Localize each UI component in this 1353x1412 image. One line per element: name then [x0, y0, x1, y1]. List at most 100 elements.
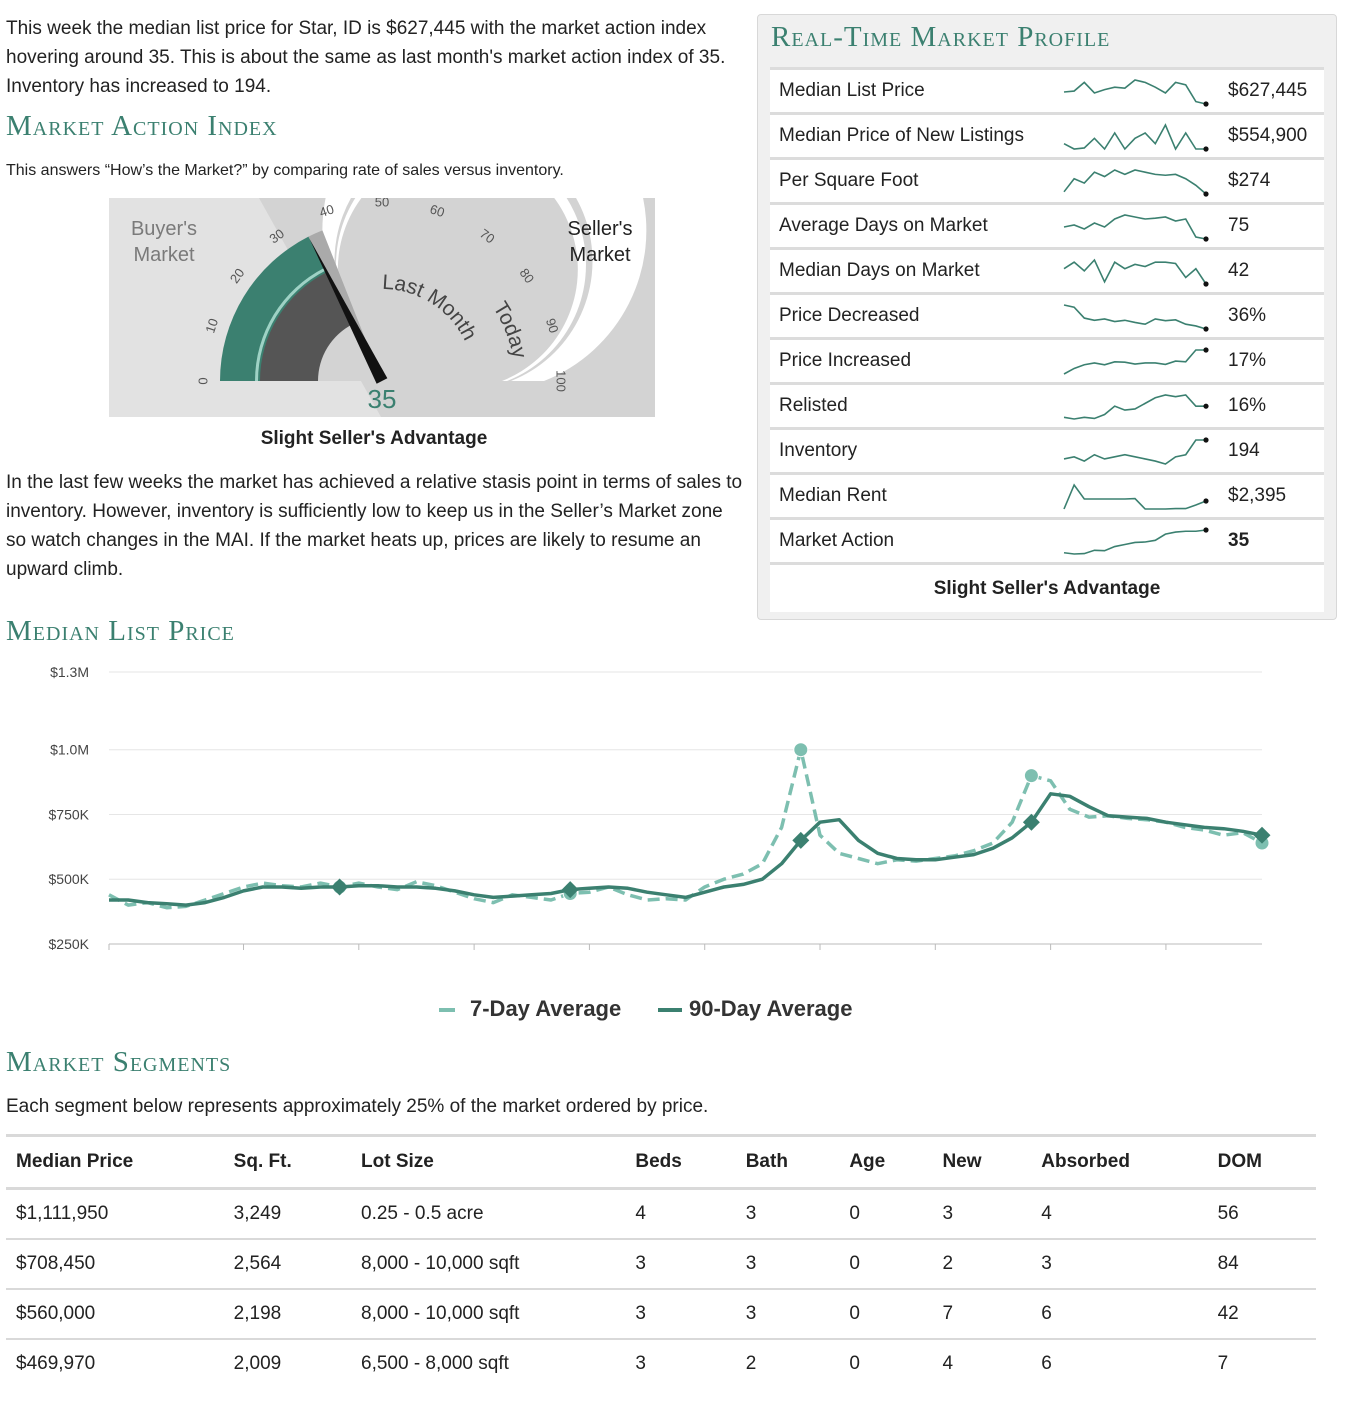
profile-row-label: Median List Price: [779, 80, 925, 101]
sparkline-endpoint: [1203, 347, 1209, 353]
y-tick-label: $250K: [49, 936, 90, 950]
table-cell: 4: [625, 1188, 736, 1240]
sparkline-line: [1063, 214, 1207, 240]
gauge-chart: 010203040 50 60708090100 Buyer's Market Se…: [109, 198, 647, 417]
market-profile-panel: Real-Time Market Profile Median List Pri…: [757, 14, 1337, 620]
profile-row: Per Square Foot $274: [770, 157, 1324, 202]
median-price-title: Median List Price: [6, 615, 235, 647]
table-cell: 56: [1207, 1188, 1316, 1240]
y-tick-label: $500K: [49, 871, 90, 887]
gauge-tick-label: 100: [554, 370, 569, 392]
sparkline-line: [1063, 304, 1207, 330]
sparkline-line: [1063, 349, 1206, 375]
segments-title: Market Segments: [6, 1046, 232, 1078]
sellers-label-line2: Market: [569, 244, 631, 266]
profile-row-sparkline: [1063, 169, 1209, 197]
table-cell: 3: [625, 1289, 736, 1340]
profile-row-label: Median Rent: [779, 485, 887, 506]
table-cell: 4: [1031, 1188, 1208, 1240]
analysis-text: In the last few weeks the market has ach…: [6, 472, 743, 580]
profile-row-label: Price Increased: [779, 350, 912, 371]
table-cell: 3,249: [223, 1188, 351, 1240]
profile-row-value: 36%: [1228, 305, 1267, 326]
profile-row-label: Price Decreased: [779, 305, 920, 326]
sparkline-endpoint: [1203, 527, 1209, 533]
table-cell: 2,564: [223, 1239, 351, 1290]
profile-row-sparkline: [1063, 483, 1209, 510]
profile-row-label: Per Square Foot: [779, 170, 919, 191]
segments-header-cell: Lot Size: [351, 1134, 626, 1190]
profile-row-value: $627,445: [1228, 80, 1308, 101]
sparkline-endpoint: [1203, 146, 1209, 152]
y-tick-label: $1.0M: [50, 742, 89, 758]
table-cell: $708,450: [6, 1239, 224, 1290]
table-cell: $560,000: [6, 1289, 224, 1340]
sparkline-endpoint: [1203, 498, 1209, 504]
sparkline-endpoint: [1203, 236, 1209, 242]
profile-row-sparkline: [1063, 304, 1209, 332]
table-cell: 0: [839, 1188, 933, 1240]
profile-row: Inventory 194: [770, 427, 1324, 472]
profile-row-value: $274: [1228, 170, 1271, 191]
profile-title: Real-Time Market Profile: [771, 21, 1111, 53]
profile-row: Price Increased 17%: [770, 337, 1324, 382]
table-cell: 3: [735, 1289, 840, 1340]
segments-header-cell: Sq. Ft.: [223, 1134, 351, 1190]
mai-title: Market Action Index: [6, 110, 278, 142]
profile-rows: Median List Price $627,445 Median Price of…: [770, 67, 1324, 612]
table-cell: 0.25 - 0.5 acre: [351, 1188, 626, 1240]
profile-row-sparkline: [1063, 394, 1209, 420]
table-cell: 2: [932, 1239, 1032, 1290]
profile-row-sparkline: [1063, 527, 1209, 555]
segments-header-cell: Bath: [735, 1134, 840, 1190]
table-row: $469,970 2,009 6,500 - 8,000 sqft 3 2 0 4 6 7: [6, 1339, 1316, 1388]
sparkline-endpoint: [1203, 191, 1209, 197]
profile-row-sparkline: [1063, 347, 1209, 375]
sparkline-line: [1063, 439, 1206, 465]
series-7day-line: [108, 747, 1263, 910]
buyers-label-line2: Market: [133, 244, 195, 266]
profile-row-label: Relisted: [779, 395, 848, 416]
profile-row-value: 16%: [1228, 395, 1267, 416]
profile-row: Median Rent $2,395: [770, 472, 1324, 517]
sparkline-line: [1063, 394, 1206, 420]
mai-subtitle: This answers “How’s the Market?” by comp…: [6, 162, 564, 179]
table-cell: $1,111,950: [6, 1188, 224, 1240]
table-cell: 3: [932, 1188, 1032, 1240]
gauge-tick-label: 0: [195, 377, 210, 384]
legend-7day: 7-Day Average: [470, 996, 622, 1021]
table-cell: 6: [1041, 1353, 1052, 1374]
profile-row-value: 194: [1228, 440, 1260, 461]
profile-row-value: 42: [1228, 260, 1250, 281]
sellers-label-line1: Seller's: [568, 218, 633, 240]
mai-gauge: 0 10 20 30 40 50 60 70 80 90 100 Buyer's Market Se…: [109, 198, 655, 417]
table-cell: 3: [1031, 1239, 1208, 1290]
mai-caption: Slight Seller's Advantage: [260, 428, 488, 449]
series-90day-line: [109, 792, 1263, 907]
sellers-arc-inner: [337, 198, 578, 381]
table-cell: $469,970: [16, 1353, 96, 1374]
median-price-svg: $250K$500K$750K$1.0M$1.3MMay 2018Dec 201…: [49, 664, 1271, 970]
sparkline-endpoint: [1203, 281, 1209, 287]
table-cell: 0: [839, 1239, 933, 1290]
table-cell: 7: [932, 1289, 1032, 1340]
y-tick-label: $750K: [49, 806, 90, 822]
mai-value: 35: [368, 384, 397, 414]
segments-header-cell: New: [932, 1134, 1032, 1190]
profile-row: Median Days on Market 42: [770, 247, 1324, 292]
segments-table: Median Price Sq. Ft. Lot Size Beds Bath Age Ne…: [6, 1134, 1316, 1388]
profile-row-label: Average Days on Market: [779, 215, 988, 236]
profile-row-label: Median Days on Market: [779, 260, 980, 281]
profile-row-sparkline: [1063, 437, 1209, 465]
profile-footer: Slight Seller's Advantage: [770, 562, 1324, 612]
profile-row-sparkline: [1063, 79, 1209, 107]
table-cell: 3: [635, 1353, 646, 1374]
sparkline-line: [1063, 529, 1207, 555]
profile-row-label: Market Action: [779, 530, 895, 551]
sparkline-line: [1063, 79, 1207, 105]
sparkline-endpoint: [1203, 101, 1209, 107]
profile-row: Relisted 16%: [770, 382, 1324, 427]
segments-header-cell: DOM: [1207, 1134, 1316, 1190]
table-cell: 6,500 - 8,000 sqft: [361, 1353, 509, 1374]
profile-row-value: 35: [1228, 530, 1250, 551]
